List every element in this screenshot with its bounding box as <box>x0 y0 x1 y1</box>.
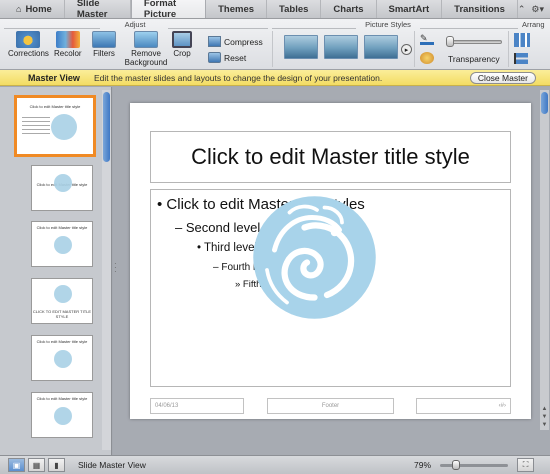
zoom-slider[interactable] <box>440 464 508 467</box>
thumbnail-text-lines <box>22 114 50 136</box>
group-divider <box>4 28 100 29</box>
ribbon-controls: ⌃ ⚙▾ <box>518 0 550 18</box>
zoom-level: 79% <box>414 460 432 470</box>
ribbon-separator <box>414 31 415 67</box>
layout-thumbnail[interactable]: Click to edit Master title style <box>31 165 93 211</box>
tab-format-picture[interactable]: Format Picture <box>130 0 207 20</box>
group-label-picture-styles: Picture Styles <box>365 20 411 29</box>
normal-view-icon: ▣ <box>12 460 21 470</box>
compress-icon <box>208 36 221 47</box>
slide-number-placeholder[interactable]: ‹#› <box>416 398 511 414</box>
thumbnail-logo <box>54 174 72 192</box>
crop-icon <box>172 31 192 48</box>
ribbon-separator <box>272 31 273 67</box>
ribbon: Adjust Picture Styles Arrang Corrections… <box>0 19 550 70</box>
close-master-button[interactable]: Close Master <box>469 72 536 84</box>
group-divider <box>420 28 518 29</box>
group-divider <box>168 28 268 29</box>
zoom-slider-knob[interactable] <box>452 460 460 470</box>
ribbon-separator <box>508 31 509 67</box>
recolor-button[interactable]: Recolor <box>54 31 82 59</box>
tab-slide-master[interactable]: Slide Master <box>65 0 131 20</box>
transparency-label: Transparency <box>448 54 500 64</box>
remove-background-icon <box>134 31 158 48</box>
group-label-adjust: Adjust <box>124 20 146 29</box>
master-slide-thumbnail[interactable]: Click to edit Master title style <box>14 95 96 157</box>
corrections-icon <box>16 31 41 48</box>
tab-home[interactable]: ⌂ Home <box>6 0 65 18</box>
thumbnail-title: Click to edit Master title style <box>36 396 88 401</box>
picture-border-icon[interactable]: ✎ <box>420 33 434 45</box>
picture-styles-more-button[interactable]: ▸ <box>401 44 412 55</box>
slideshow-icon: ▮ <box>54 460 59 470</box>
text-level-3: • Third level <box>197 242 258 254</box>
crop-button[interactable]: Crop <box>172 31 192 59</box>
tab-smartart[interactable]: SmartArt <box>377 0 443 18</box>
title-text: Click to edit Master title style <box>191 144 470 169</box>
tab-charts[interactable]: Charts <box>321 0 377 18</box>
text-level-2: – Second level <box>175 220 261 235</box>
title-placeholder[interactable]: Click to edit Master title style <box>150 131 511 183</box>
transparency-slider[interactable] <box>446 40 502 44</box>
reset-button[interactable]: Reset <box>208 52 246 63</box>
reset-icon <box>208 52 221 63</box>
master-view-title: Master View <box>28 72 80 83</box>
remove-background-button[interactable]: Remove Background <box>125 31 167 67</box>
slide-scrollbar[interactable] <box>540 90 549 430</box>
thumbnail-logo <box>54 350 72 368</box>
view-label: Slide Master View <box>78 460 146 470</box>
transparency-slider-knob[interactable] <box>446 36 454 47</box>
master-view-description: Edit the master slides and layouts to ch… <box>94 72 383 83</box>
thumbnail-title: Click to edit Master title style <box>36 339 88 344</box>
tab-transitions[interactable]: Transitions <box>442 0 518 18</box>
tab-tables[interactable]: Tables <box>267 0 322 18</box>
layout-thumbnail[interactable]: CLICK TO EDIT MASTER TITLE STYLE <box>31 278 93 324</box>
collapse-ribbon-icon[interactable]: ⌃ <box>518 4 526 15</box>
grid-icon: ▦ <box>32 460 41 470</box>
layout-thumbnail[interactable]: Click to edit Master title style <box>31 392 93 438</box>
slide-scrollbar-thumb[interactable] <box>541 92 548 114</box>
fit-window-icon: ⛶ <box>522 460 529 469</box>
gear-icon[interactable]: ⚙▾ <box>531 4 544 15</box>
arrange-icon[interactable] <box>514 33 530 47</box>
status-bar: ▣ ▦ ▮ Slide Master View 79% ⛶ <box>0 455 550 474</box>
home-icon: ⌂ <box>16 4 22 14</box>
compress-button[interactable]: Compress <box>208 36 263 47</box>
master-view-bar: Master View Edit the master slides and l… <box>0 70 550 86</box>
picture-style-1[interactable] <box>284 35 318 59</box>
thumbnail-logo <box>54 285 72 303</box>
thumbnail-logo <box>51 114 77 140</box>
filters-button[interactable]: Filters <box>92 31 116 59</box>
slide-sorter-button[interactable]: ▦ <box>28 458 45 472</box>
thumbnail-scrollbar-thumb[interactable] <box>103 92 110 162</box>
filters-icon <box>92 31 116 48</box>
picture-style-2[interactable] <box>324 35 358 59</box>
picture-effects-icon[interactable] <box>420 52 434 64</box>
scroll-arrows[interactable]: ▲ ▼ ▼ <box>540 405 549 431</box>
pane-splitter[interactable]: · · · <box>114 260 118 276</box>
footer-placeholder[interactable]: Footer <box>267 398 394 414</box>
picture-style-3[interactable] <box>364 35 398 59</box>
tab-themes[interactable]: Themes <box>206 0 268 18</box>
thumbnail-title: CLICK TO EDIT MASTER TITLE STYLE <box>32 309 92 319</box>
swirl-logo-image[interactable] <box>252 195 377 320</box>
layout-thumbnail[interactable]: Click to edit Master title style <box>31 335 93 381</box>
align-icon[interactable] <box>514 53 528 64</box>
fit-to-window-button[interactable]: ⛶ <box>517 458 534 472</box>
corrections-button[interactable]: Corrections <box>8 31 49 59</box>
slideshow-button[interactable]: ▮ <box>48 458 65 472</box>
group-divider <box>272 28 356 29</box>
group-label-arrange: Arrang <box>522 20 545 29</box>
thumbnail-logo <box>54 407 72 425</box>
layout-thumbnail[interactable]: Click to edit Master title style <box>31 221 93 267</box>
date-placeholder[interactable]: 04/06/13 <box>150 398 244 414</box>
ribbon-tab-bar: ⌂ Home Slide Master Format Picture Theme… <box>0 0 550 20</box>
thumbnail-title: Click to edit Master title style <box>36 225 88 230</box>
normal-view-button[interactable]: ▣ <box>8 458 25 472</box>
recolor-icon <box>55 31 80 48</box>
thumbnail-logo <box>54 236 72 254</box>
thumbnail-title: Click to edit Master title style <box>29 104 81 109</box>
